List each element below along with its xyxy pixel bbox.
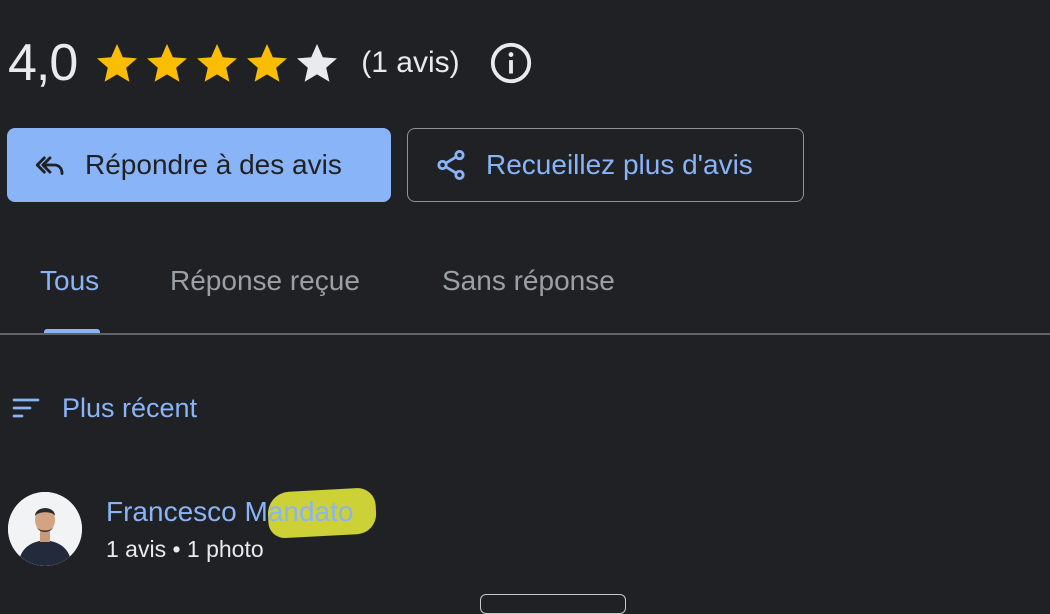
get-more-reviews-label: Recueillez plus d'avis (486, 149, 753, 180)
reply-all-icon (33, 148, 67, 182)
avatar[interactable] (8, 492, 82, 566)
tab-all[interactable]: Tous (40, 265, 99, 297)
reviewer-meta: 1 avis • 1 photo (106, 536, 264, 562)
review-filter-tabs: Tous Réponse reçue Sans réponse (0, 250, 1050, 335)
tab-replied[interactable]: Réponse reçue (170, 265, 360, 297)
reply-to-reviews-button[interactable]: Répondre à des avis (7, 128, 391, 202)
sort-icon (10, 392, 42, 424)
rating-summary: 4,0 (1 avis) (8, 30, 534, 96)
review-count: (1 avis) (361, 46, 460, 79)
reviewer-name-container: Francesco Mandato (106, 487, 378, 539)
star-filled-icon (243, 39, 291, 87)
star-empty-icon (293, 39, 341, 87)
sort-label: Plus récent (62, 392, 198, 423)
tabs-divider (0, 333, 1050, 335)
share-icon (434, 148, 468, 182)
info-icon[interactable] (488, 40, 534, 86)
star-filled-icon (193, 39, 241, 87)
rating-stars (93, 39, 343, 87)
partial-button[interactable] (480, 594, 626, 614)
tab-unreplied[interactable]: Sans réponse (442, 265, 615, 297)
reviewer-name[interactable]: Francesco Mandato (106, 496, 353, 527)
get-more-reviews-button[interactable]: Recueillez plus d'avis (407, 128, 804, 202)
rating-value: 4,0 (8, 34, 78, 92)
sort-button[interactable]: Plus récent (10, 388, 197, 428)
star-filled-icon (93, 39, 141, 87)
reply-to-reviews-label: Répondre à des avis (85, 149, 342, 180)
star-filled-icon (143, 39, 191, 87)
